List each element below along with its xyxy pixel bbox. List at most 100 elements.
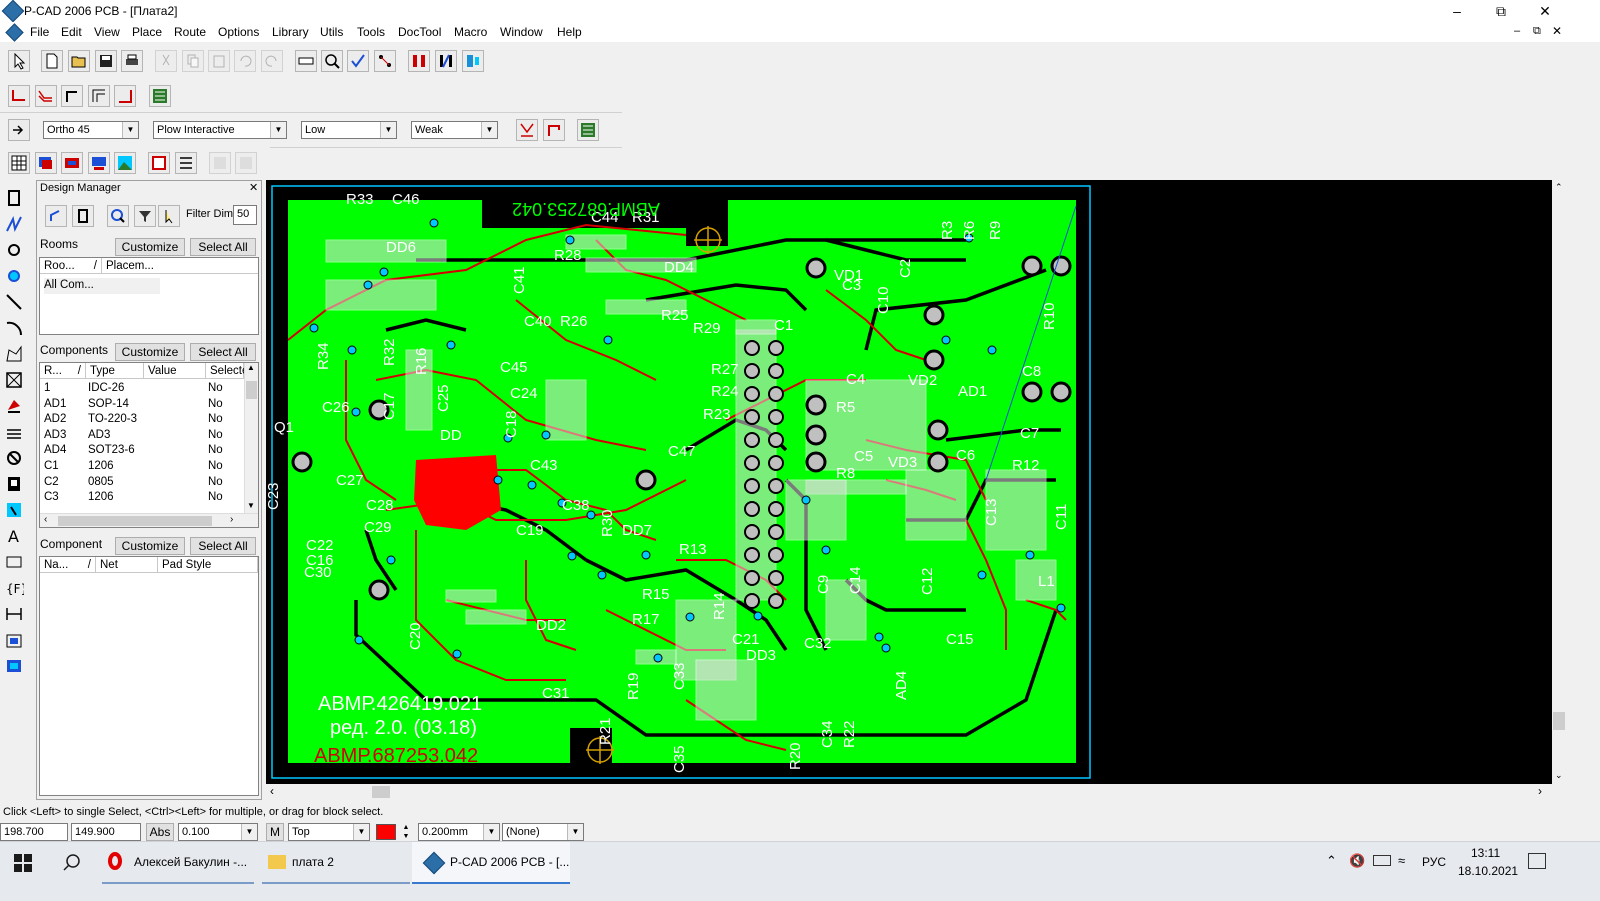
menu-doctool[interactable]: DocTool	[398, 25, 441, 39]
line-width-select[interactable]: 0.200mm ▼	[418, 823, 500, 841]
zoom-select-button[interactable]	[107, 205, 129, 227]
select-filter-button[interactable]	[158, 205, 180, 227]
route-fanout-button[interactable]	[114, 85, 136, 107]
design-manager-button[interactable]	[148, 152, 170, 174]
pcb-board-drawing[interactable]: R33 C46DD6C44 R31R28DD4C41C40 R26 R25R29R27R…	[266, 180, 1552, 784]
menu-edit[interactable]: Edit	[61, 25, 82, 39]
taskbar-item-opera[interactable]: Алексей Бакулин -...	[102, 842, 254, 884]
scroll-up-icon[interactable]: ⌃	[1555, 182, 1563, 193]
select-tool-button[interactable]	[8, 50, 30, 72]
document-icon[interactable]	[5, 23, 24, 42]
place-room-icon[interactable]	[4, 500, 26, 522]
notifications-icon[interactable]	[1528, 853, 1546, 869]
table-row[interactable]: AD1 SOP-14 No	[40, 397, 244, 413]
table-row[interactable]: 1 IDC-26 No	[40, 381, 244, 397]
volume-muted-icon[interactable]: 🔇	[1349, 853, 1365, 869]
print-button[interactable]	[121, 50, 143, 72]
vertical-scrollbar[interactable]: ▲ ▼	[244, 363, 258, 513]
layer-select[interactable]: Top ▼	[288, 823, 370, 841]
layer-color-swatch[interactable]	[376, 824, 396, 840]
layer-lock-button[interactable]: M	[266, 823, 284, 841]
route-multi-button[interactable]	[35, 85, 57, 107]
taskbar-item-pcad[interactable]: P-CAD 2006 PCB - [...	[412, 842, 570, 884]
menu-view[interactable]: View	[94, 25, 120, 39]
edit-component-button[interactable]	[209, 152, 231, 174]
place-dimension-icon[interactable]	[4, 604, 26, 626]
measure-button[interactable]	[295, 50, 317, 72]
search-icon[interactable]	[62, 853, 82, 876]
rooms-customize-button[interactable]: Customize	[115, 238, 185, 256]
place-attribute-icon[interactable]	[4, 552, 26, 574]
components-customize-button[interactable]: Customize	[115, 343, 185, 361]
mdi-restore-button[interactable]: ⧉	[1533, 25, 1541, 38]
route-bus-button[interactable]	[61, 85, 83, 107]
rooms-column-placement[interactable]: Placem...	[102, 258, 258, 274]
menu-route[interactable]: Route	[174, 25, 206, 39]
display-button[interactable]	[88, 152, 110, 174]
place-arc-icon[interactable]	[4, 318, 26, 340]
save-file-button[interactable]	[95, 50, 117, 72]
grid-button[interactable]	[8, 152, 30, 174]
nets-view-button[interactable]	[45, 205, 67, 227]
menu-library[interactable]: Library	[272, 25, 309, 39]
reconnect-button[interactable]	[374, 50, 396, 72]
list-item[interactable]: All Com...	[44, 278, 160, 294]
column-pad-style[interactable]: Pad Style	[158, 557, 258, 573]
place-point-icon[interactable]	[4, 474, 26, 496]
place-copper-icon[interactable]	[4, 630, 26, 652]
place-component-icon[interactable]	[4, 188, 26, 210]
table-row[interactable]: C2 0805 No	[40, 475, 244, 491]
list-button[interactable]	[175, 152, 197, 174]
layer-view-button[interactable]	[462, 50, 484, 72]
filter-dim-input[interactable]: 50	[233, 205, 257, 225]
menu-place[interactable]: Place	[132, 25, 162, 39]
panel-close-icon[interactable]: ✕	[249, 181, 258, 194]
taskbar-item-folder[interactable]: плата 2	[262, 842, 410, 884]
column-type[interactable]: Type	[86, 363, 144, 379]
layers-button[interactable]	[35, 152, 57, 174]
place-plane-icon[interactable]	[4, 422, 26, 444]
grid-select[interactable]: 0.100 ▼	[178, 823, 258, 841]
plow-strength-select[interactable]: Weak ▼	[411, 121, 498, 139]
clock-date[interactable]: 18.10.2021	[1458, 864, 1518, 878]
table-row[interactable]: AD2 TO-220-3 No	[40, 412, 244, 428]
menu-options[interactable]: Options	[218, 25, 259, 39]
table-row[interactable]: C3 1206 No	[40, 490, 244, 506]
table-row[interactable]: AD3 AD3 No	[40, 428, 244, 444]
place-via-icon[interactable]	[4, 266, 26, 288]
scrollbar-thumb[interactable]	[372, 786, 390, 798]
clock-time[interactable]: 13:11	[1471, 846, 1500, 860]
optimize-level-select[interactable]: Low ▼	[301, 121, 397, 139]
scrollbar-thumb[interactable]	[246, 381, 257, 399]
copy-button[interactable]	[182, 50, 204, 72]
menu-file[interactable]: File	[30, 25, 49, 39]
scroll-down-icon[interactable]: ▼	[247, 501, 255, 510]
place-picture-icon[interactable]	[4, 656, 26, 678]
wifi-icon[interactable]: ≈	[1398, 853, 1405, 868]
language-indicator[interactable]: РУС	[1422, 855, 1446, 869]
cut-button[interactable]	[155, 50, 177, 72]
menu-window[interactable]: Window	[500, 25, 543, 39]
column-name[interactable]: Na... /	[40, 557, 96, 573]
place-polygon-icon[interactable]	[4, 344, 26, 366]
canvas-vertical-scrollbar[interactable]: ⌃ ⌄	[1552, 180, 1566, 784]
edit-pattern-button[interactable]	[235, 152, 257, 174]
width-spinner[interactable]: ▲ ▼	[398, 823, 414, 841]
column-ref[interactable]: R... /	[40, 363, 86, 379]
components-select-all-button[interactable]: Select All	[190, 343, 256, 361]
scroll-left-icon[interactable]: ‹	[44, 514, 47, 525]
rooms-select-all-button[interactable]: Select All	[190, 238, 256, 256]
redo-button[interactable]	[261, 50, 283, 72]
interactive-mode-select[interactable]: Plow Interactive ▼	[153, 121, 287, 139]
menu-utils[interactable]: Utils	[320, 25, 343, 39]
place-field-icon[interactable]: {F}	[4, 578, 28, 600]
scroll-right-icon[interactable]: ›	[1538, 784, 1542, 798]
net-select[interactable]: (None) ▼	[502, 823, 584, 841]
y-coordinate-field[interactable]: 149.900	[71, 823, 141, 841]
canvas-horizontal-scrollbar[interactable]: ‹ ›	[266, 784, 1552, 800]
zoom-button[interactable]	[321, 50, 343, 72]
column-value[interactable]: Value	[144, 363, 206, 379]
place-text-icon[interactable]: A	[4, 526, 26, 548]
chevron-up-icon[interactable]: ⌃	[1326, 853, 1337, 869]
rooms-column-room[interactable]: Roo... /	[40, 258, 102, 274]
